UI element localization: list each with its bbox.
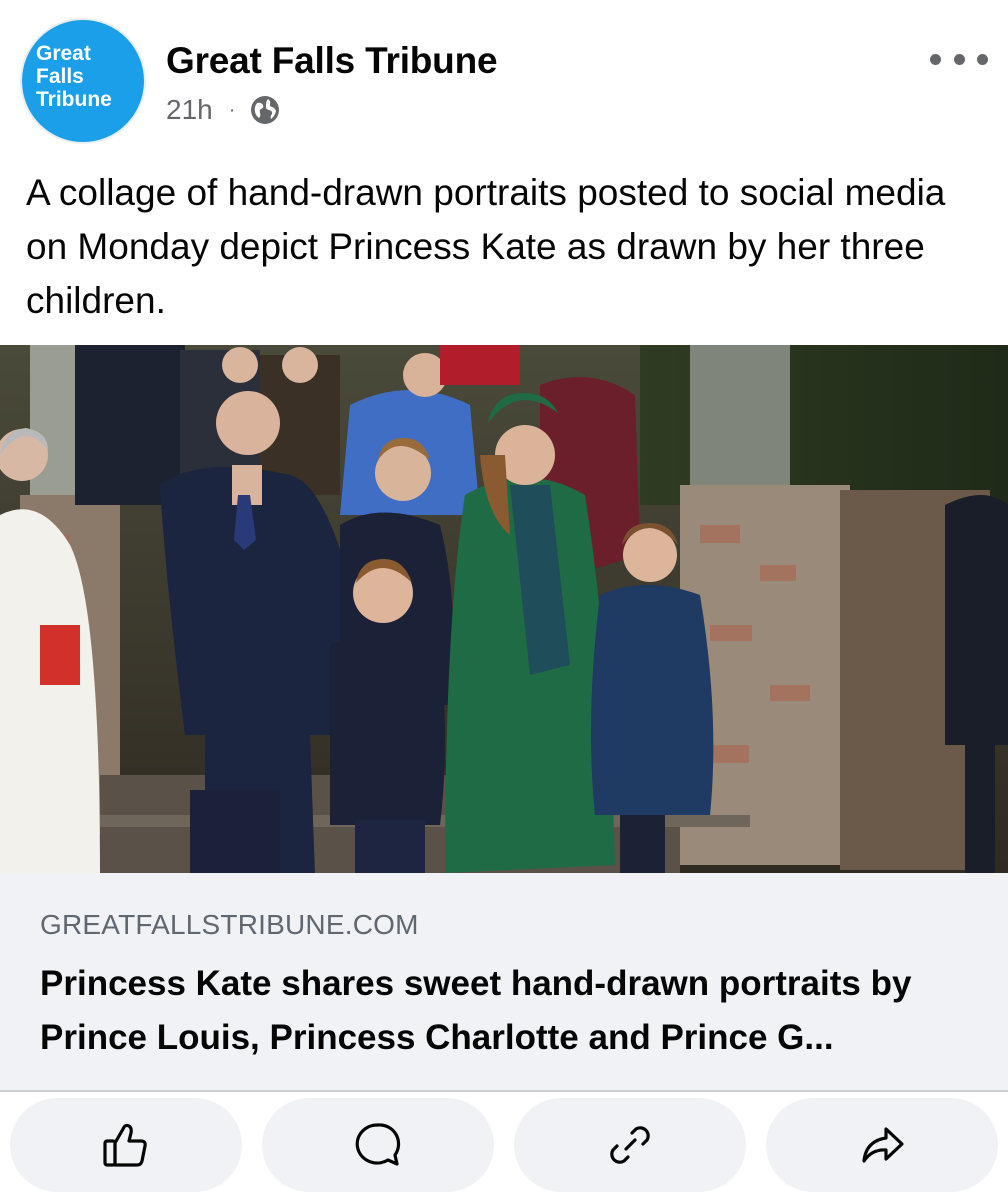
- comment-icon: [355, 1123, 401, 1166]
- link-title[interactable]: Princess Kate shares sweet hand-drawn po…: [40, 957, 980, 1065]
- more-dot: [953, 53, 965, 65]
- page-name[interactable]: Great Falls Tribune: [166, 40, 498, 82]
- more-dot: [930, 53, 941, 65]
- more-dot: [977, 53, 988, 65]
- post-header: Great Falls Tribune Great Falls Tribune …: [0, 0, 1008, 160]
- thumbs-up-icon: [103, 1123, 147, 1167]
- share-button[interactable]: [766, 1098, 998, 1192]
- post-caption: A collage of hand-drawn portraits posted…: [26, 172, 946, 321]
- copy-link-button[interactable]: [514, 1098, 746, 1192]
- divider: [0, 1090, 1008, 1092]
- page-avatar[interactable]: Great Falls Tribune: [22, 20, 144, 142]
- more-options-button[interactable]: [930, 44, 988, 74]
- avatar-logo-text: Great Falls Tribune: [36, 42, 112, 111]
- post-meta: 21h ·: [166, 92, 281, 128]
- post-timestamp[interactable]: 21h: [166, 94, 213, 126]
- link-preview[interactable]: GREATFALLSTRIBUNE.COM Princess Kate shar…: [0, 873, 1008, 1090]
- link-domain: GREATFALLSTRIBUNE.COM: [40, 909, 419, 940]
- comment-button[interactable]: [262, 1098, 494, 1192]
- meta-separator: ·: [228, 98, 236, 121]
- post-card: Great Falls Tribune Great Falls Tribune …: [0, 0, 1008, 1200]
- like-button[interactable]: [10, 1098, 242, 1192]
- share-icon: [862, 1127, 904, 1163]
- globe-icon: [251, 96, 280, 124]
- link-icon: [610, 1126, 650, 1164]
- post-photo[interactable]: [0, 345, 1008, 873]
